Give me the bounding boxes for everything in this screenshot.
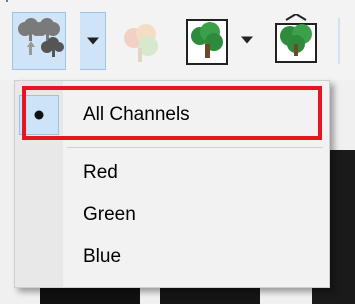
channels-tree-icon (18, 18, 64, 57)
menu-separator (67, 147, 323, 148)
background-photo-strip (160, 286, 260, 304)
channels-dropdown-button[interactable] (80, 12, 106, 70)
chevron-down-icon (86, 37, 99, 45)
image-dropdown-button[interactable] (238, 30, 256, 50)
annotation-highlight-box (22, 86, 322, 140)
menu-item-green[interactable]: Green (15, 195, 329, 235)
pastel-tree-icon (124, 24, 158, 62)
menu-item-red[interactable]: Red (15, 153, 329, 193)
image-tree-icon (186, 19, 228, 65)
pastel-view-button[interactable] (118, 20, 164, 66)
toolbar-grip (6, 0, 8, 2)
fit-view-button[interactable] (272, 12, 322, 68)
menu-item-label: Blue (83, 246, 122, 267)
fit-tree-icon (275, 12, 317, 63)
channels-button[interactable] (12, 12, 66, 70)
chevron-down-icon (241, 36, 253, 44)
toolbar (0, 0, 355, 80)
toolbar-divider (338, 18, 350, 64)
menu-item-label: Green (83, 204, 136, 225)
image-view-button[interactable] (184, 14, 232, 68)
menu-item-label: Red (83, 162, 118, 183)
background-photo-strip (40, 286, 140, 304)
menu-item-blue[interactable]: Blue (15, 237, 329, 277)
